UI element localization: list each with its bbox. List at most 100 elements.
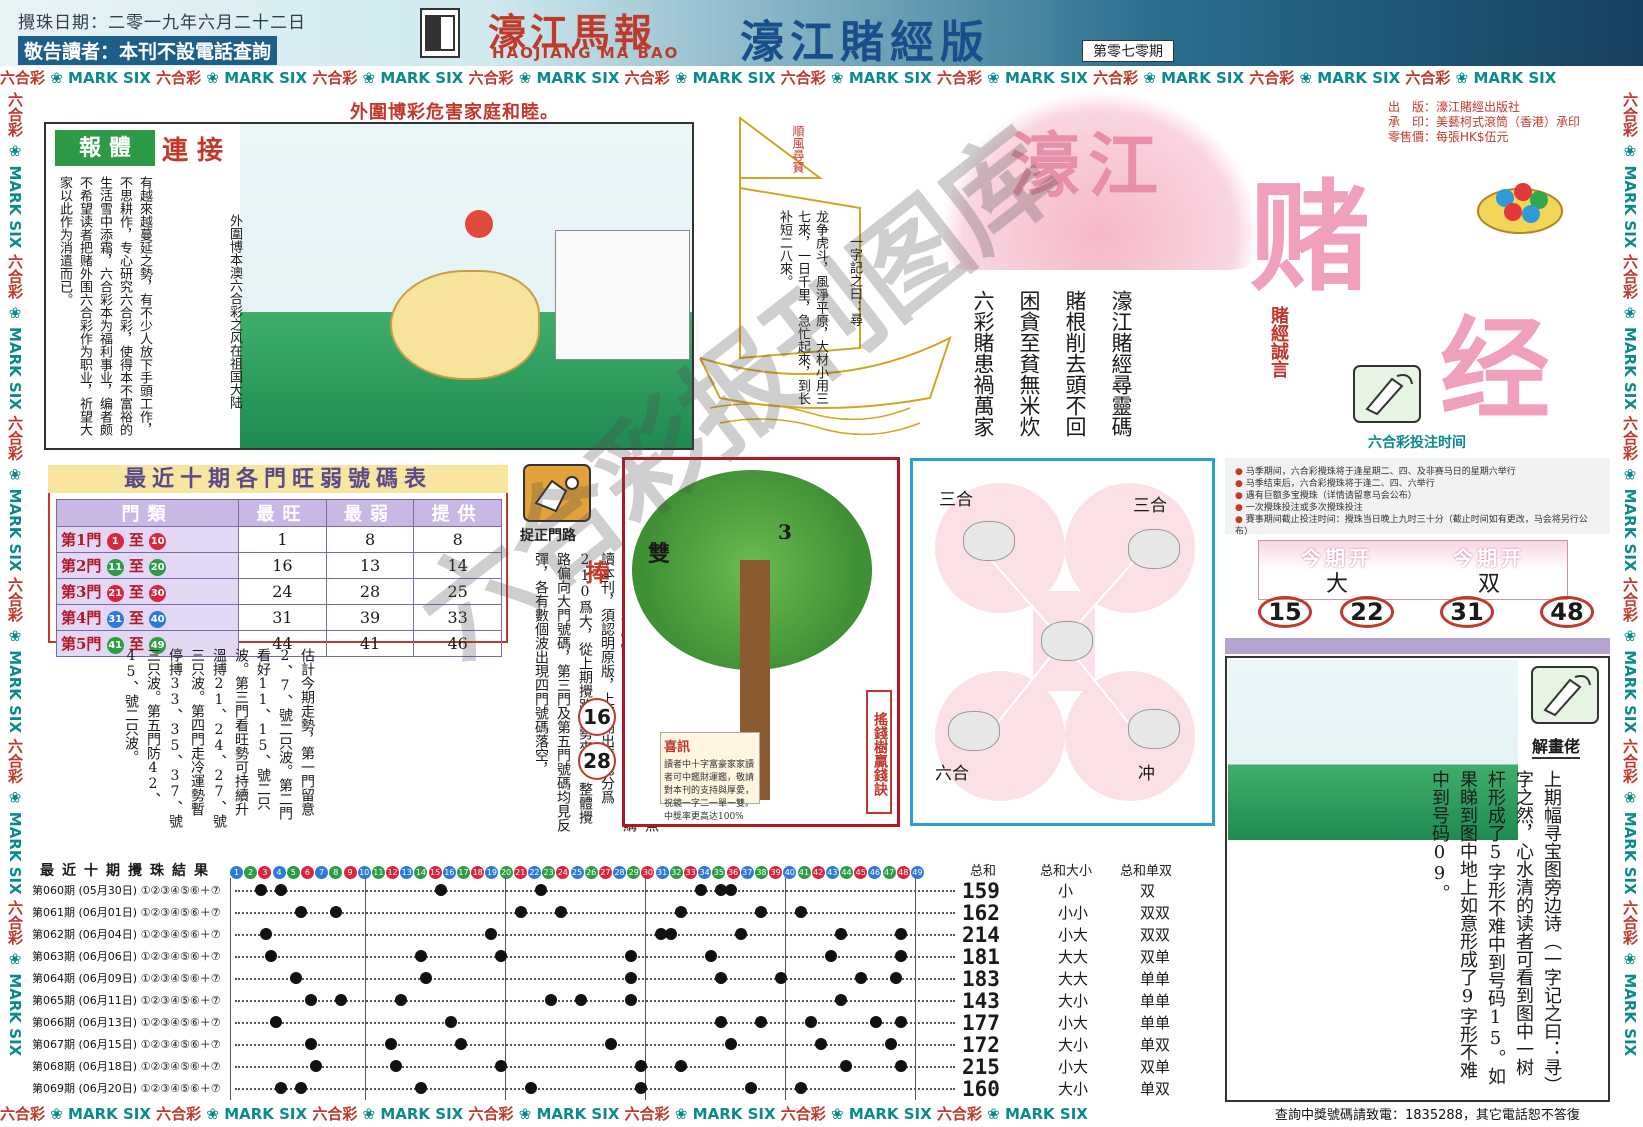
odd-even-value: 双单 (1140, 1058, 1171, 1076)
result-row: 第060期 (05月30日) ①②③④⑤⑥＋⑦ (30, 880, 960, 902)
gate-from-ball: 21 (106, 584, 124, 602)
number-ball: 5 (286, 866, 300, 879)
sum-value: 183 (962, 967, 1000, 991)
verse-line: 賭根削去頭不回 (1063, 290, 1087, 437)
sun-icon (465, 210, 493, 238)
number-ball: 21 (513, 866, 527, 879)
sum-value: 181 (962, 945, 1000, 969)
number-ball: 43 (825, 866, 839, 879)
result-row: 第068期 (06月18日) ①②③④⑤⑥＋⑦ (30, 1056, 960, 1078)
drawn-number-mark (705, 950, 717, 962)
number-ball: 1 (230, 866, 243, 879)
betting-notes: 马季期间，六合彩攪珠将于逢星期二、四、及非赛马日的星期六举行 马季结束后，六合彩… (1225, 458, 1610, 537)
number-ball: 23 (542, 866, 556, 879)
verse-line: 困貪至貧無米炊 (1017, 290, 1041, 437)
riddle-label: 解畫佬 (1532, 733, 1581, 759)
number-ball: 2 (244, 866, 258, 879)
sum-column: 159 162 214 181 183 143 177 172 215 160 (962, 880, 1000, 1100)
drawn-number-mark (755, 1016, 767, 1028)
rabbit-icon (1041, 621, 1093, 661)
zodiac-relations-box: 三合 三合 六合 冲 (910, 458, 1215, 826)
top-marquee-band: 六合彩 ❀ MARK SIX 六合彩 ❀ MARK SIX 六合彩 ❀ MARK… (0, 67, 1643, 89)
drawn-number-mark (295, 906, 307, 918)
band-mark: MARK SIX (848, 1105, 932, 1123)
drawn-number-mark (260, 928, 272, 940)
riddle-explanation: 上期幅寻宝图旁边诗（一字记之曰：寻）字之然，心水清的读者可看到图中一树杆形成了5… (1429, 770, 1562, 1085)
drawn-number-mark (390, 1060, 402, 1072)
hot-cell: 24 (238, 578, 327, 605)
hand-writing-icon (1530, 665, 1600, 725)
special-number-mark (895, 928, 907, 940)
drawn-number-mark (335, 994, 347, 1006)
band-lhc: 六合彩 (1621, 415, 1639, 461)
band-mark: MARK SIX (6, 327, 24, 410)
hot-cell: 1 (238, 526, 327, 553)
drawn-number-mark (625, 950, 637, 962)
band-mark: MARK SIX (68, 69, 151, 87)
band-lhc: 六合彩 (6, 415, 24, 461)
ad-text-column: 外圍博本澳六合彩之风在祖国大陆 (227, 214, 242, 409)
number-ball: 35 (712, 866, 726, 879)
number-ball: 27 (598, 866, 612, 879)
band-lhc: 六合彩 (6, 899, 24, 945)
drawn-number-mark (455, 1038, 467, 1050)
contact-line: 查詢中獎號碼請致電：1835288，其它電話恕不答復 (1275, 1108, 1580, 1123)
number-ball: 41 (797, 866, 811, 879)
gate-name: 第5門 (61, 635, 102, 653)
special-number-mark (895, 950, 907, 962)
drawn-number-mark (675, 906, 687, 918)
note-line: 马季期间，六合彩攪珠将于逢星期二、四、及非赛马日的星期六举行 (1235, 466, 1600, 478)
drawn-number-mark (415, 1082, 427, 1094)
sail-text: 順風尋寶 (791, 125, 805, 173)
band-lhc: 六合彩 (1621, 738, 1639, 784)
number-ball: 9 (343, 866, 357, 879)
drawn-number-mark (265, 950, 277, 962)
this-period-odd-even: 双 (1477, 572, 1500, 597)
band-mark: MARK SIX (1621, 973, 1639, 1057)
drawn-number-mark (635, 1082, 647, 1094)
band-lhc: 六合彩 (1621, 899, 1639, 945)
bet-time-title: 六合彩投注时间 (1368, 435, 1466, 451)
sum-value: 177 (962, 1011, 1000, 1035)
drawn-number-mark (675, 1060, 687, 1072)
band-lhc: 六合彩 (936, 1105, 982, 1123)
right-marquee-band: 六合彩 ❀ MARK SIX 六合彩 ❀ MARK SIX 六合彩 ❀ MARK… (1615, 92, 1641, 1102)
odd-even-value: 单双 (1140, 1036, 1171, 1054)
number-ball: 13 (400, 866, 414, 879)
hot-cell: 31 (238, 604, 327, 631)
band-lhc: 六合彩 (6, 738, 24, 784)
drawn-number-mark (855, 972, 867, 984)
gate-to-ball: 30 (149, 584, 167, 602)
band-mark: MARK SIX (380, 69, 464, 87)
pick-number: 22 (1340, 596, 1394, 628)
gate-from-ball: 11 (106, 558, 124, 576)
drawn-number-mark (625, 994, 637, 1006)
band-lhc: 六合彩 (624, 1105, 670, 1123)
ad-text: 有越來越蔓延之勢，有不少人放下手頭工作，不思耕作，专心研究六合彩，使得本不富裕的… (57, 176, 152, 436)
ad-tag-title: 連 接 (162, 136, 224, 166)
drawn-number-mark (625, 972, 637, 984)
drawn-number-mark (495, 1060, 507, 1072)
special-number-mark (795, 906, 807, 918)
band-mark: MARK SIX (6, 650, 24, 734)
number-ball: 37 (740, 866, 754, 879)
stats-title: 最近十期各門旺弱號碼表 (48, 465, 508, 493)
gate-cell: 第2門 11 至 20 (55, 552, 240, 579)
drawn-number-mark (745, 1082, 757, 1094)
number-ball: 34 (698, 866, 712, 879)
band-mark: MARK SIX (68, 1105, 151, 1123)
slogan: 外圍博彩危害家庭和睦。 (350, 102, 559, 123)
verses: 濠江賭經尋靈碼 賭根削去頭不回 困貪至貧無米炊 六彩賭患禍萬家 (960, 290, 1144, 450)
gate-to-ball: 20 (149, 558, 167, 576)
odd-even-value: 单单 (1140, 970, 1171, 988)
sum-value: 143 (962, 989, 1000, 1013)
to-word: 至 (128, 583, 144, 601)
gate-name: 第2門 (61, 557, 102, 575)
book-icon (420, 8, 460, 58)
drawn-number-mark (445, 1016, 457, 1028)
divider-bar (1225, 638, 1610, 654)
odd-even-value: 单单 (1140, 1014, 1171, 1032)
band-mark: MARK SIX (224, 69, 308, 87)
sum-size-header: 总和大小 (1040, 864, 1093, 879)
drawn-number-mark (525, 1082, 537, 1094)
